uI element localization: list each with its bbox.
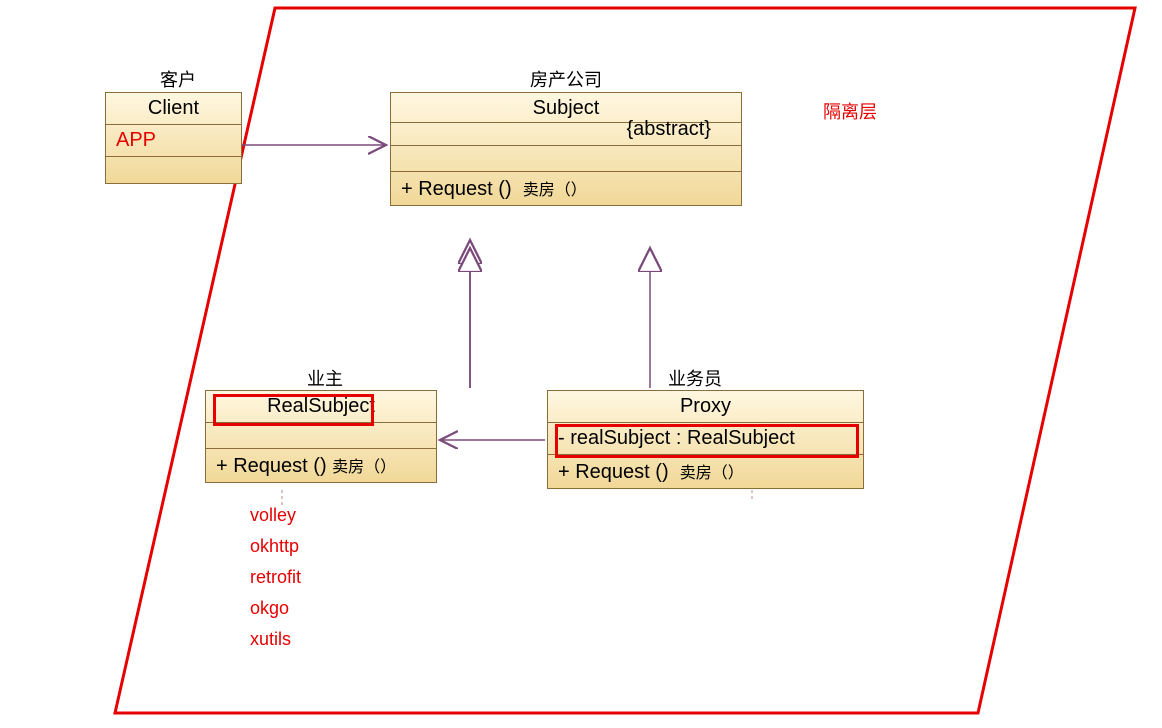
lib-item: retrofit: [250, 567, 301, 588]
proxy-method: + Request (): [558, 461, 669, 483]
realsubject-method-row: + Request () 卖房（）: [206, 449, 436, 482]
realsubject-method-cn: 卖房（）: [332, 459, 396, 476]
client-name-row: Client: [106, 93, 241, 125]
isolation-layer-label: 隔离层: [823, 98, 877, 124]
lib-item: okhttp: [250, 536, 301, 557]
proxy-name-row: Proxy: [548, 391, 863, 423]
proxy-field-row: - realSubject : RealSubject: [548, 423, 863, 455]
realsubject-method: + Request (): [216, 455, 327, 477]
realsubject-name-row: RealSubject: [206, 391, 436, 423]
subject-empty-row: [391, 146, 741, 172]
client-annotation-row: APP: [106, 125, 241, 157]
lib-item: volley: [250, 505, 301, 526]
client-empty-row: [106, 157, 241, 183]
lib-item: xutils: [250, 629, 301, 650]
realsubject-uml: RealSubject + Request () 卖房（）: [205, 390, 437, 483]
client-role-label: 客户: [160, 66, 196, 92]
subject-uml: Subject {abstract} + Request () 卖房（）: [390, 92, 742, 206]
realsubject-role-label: 业主: [307, 365, 343, 391]
proxy-method-row: + Request () 卖房（）: [548, 455, 863, 488]
proxy-uml: Proxy - realSubject : RealSubject + Requ…: [547, 390, 864, 489]
subject-method-cn: 卖房（）: [523, 182, 587, 199]
realsubject-empty-row: [206, 423, 436, 449]
client-uml: Client APP: [105, 92, 242, 184]
subject-role-label: 房产公司: [530, 66, 602, 92]
libs-list: volley okhttp retrofit okgo xutils: [250, 505, 301, 650]
subject-method-row: + Request () 卖房（）: [391, 172, 741, 205]
diagram-canvas: 隔离层 客户 Client APP 房产公司 Subject {abstract…: [0, 0, 1162, 728]
proxy-role-label: 业务员: [668, 365, 722, 391]
subject-stereotype-row: {abstract}: [391, 118, 741, 146]
proxy-method-cn: 卖房（）: [680, 465, 744, 482]
subject-method: + Request (): [401, 178, 512, 200]
lib-item: okgo: [250, 598, 301, 619]
